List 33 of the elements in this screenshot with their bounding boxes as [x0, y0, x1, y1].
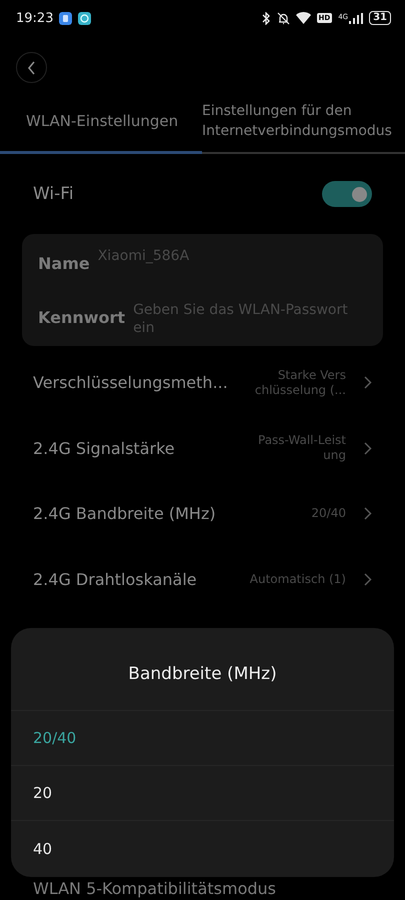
- app-notification-icon: [59, 12, 72, 24]
- wifi-toggle[interactable]: [322, 181, 372, 207]
- bluetooth-icon: [262, 12, 271, 24]
- field-label: Name: [38, 254, 90, 272]
- wifi-icon: [296, 12, 311, 24]
- bandwidth-option[interactable]: 40: [11, 821, 394, 876]
- setting-label[interactable]: 2.4G Signalstärke: [33, 438, 246, 458]
- muted-bell-icon: [276, 12, 290, 24]
- back-button[interactable]: [16, 52, 47, 83]
- setting-value: Automatisch (1): [248, 572, 346, 587]
- battery-level: 31: [369, 11, 391, 25]
- setting-label[interactable]: 2.4G Bandbreite (MHz): [33, 504, 246, 524]
- bandwidth-option[interactable]: 20: [11, 766, 394, 821]
- tab[interactable]: WLAN-Einstellungen: [0, 95, 202, 154]
- wifi-label: Wi-Fi: [33, 184, 74, 204]
- status-time: 19:23: [16, 10, 54, 26]
- tab[interactable]: Einstellungen für den Internetverbindungsmodus: [202, 95, 405, 154]
- setting-label[interactable]: 2.4G Drahtloskanäle: [33, 570, 246, 589]
- setting-value: Pass-Wall-Leist ung: [257, 433, 346, 464]
- setting-label[interactable]: Verschlüsselungsmeth...: [33, 373, 246, 392]
- chevron-icon: [364, 442, 372, 455]
- chevron-icon: [364, 507, 372, 520]
- signal-icon: [349, 12, 364, 24]
- setting-label[interactable]: WLAN 5-Kompatibilitätsmodus: [33, 879, 276, 898]
- chevron-icon: [364, 572, 372, 586]
- setting-value: Starke Vers chlüsselung (...: [254, 368, 346, 398]
- field-label: Kennwort: [38, 308, 126, 326]
- chevron-icon: [364, 376, 372, 390]
- sheet-title: Bandbreite (MHz): [11, 628, 394, 711]
- app-notification-icon: [78, 12, 92, 24]
- setting-value: 20/40: [310, 506, 346, 522]
- bandwidth-option[interactable]: 20/40: [11, 711, 394, 766]
- back-icon: [26, 60, 36, 74]
